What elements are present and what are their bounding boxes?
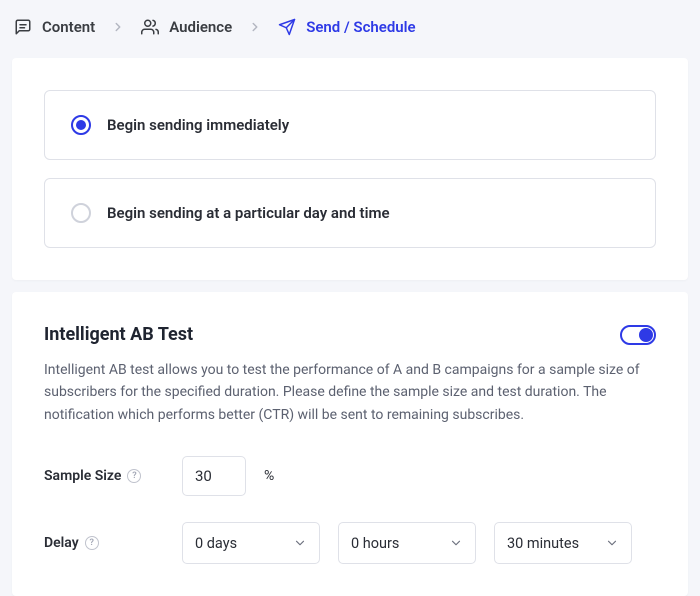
sample-size-unit: %	[264, 468, 274, 484]
delay-minutes-select[interactable]: 30 minutes	[494, 522, 632, 564]
sample-size-label: Sample Size ?	[44, 468, 164, 484]
delay-minutes-value: 30 minutes	[507, 535, 579, 552]
chevron-down-icon	[293, 536, 307, 550]
ab-test-toggle[interactable]	[620, 325, 656, 345]
breadcrumb-send-label: Send / Schedule	[306, 18, 415, 36]
option-send-scheduled[interactable]: Begin sending at a particular day and ti…	[44, 178, 656, 248]
breadcrumb-step-send[interactable]: Send / Schedule	[278, 18, 415, 36]
breadcrumb-audience-label: Audience	[169, 18, 232, 36]
breadcrumb: Content Audience Send / Schedule	[0, 0, 700, 58]
sample-size-input[interactable]	[182, 456, 246, 496]
ab-test-header: Intelligent AB Test	[44, 324, 656, 345]
ab-test-title: Intelligent AB Test	[44, 324, 193, 345]
help-icon[interactable]: ?	[85, 536, 99, 550]
option-immediate-label: Begin sending immediately	[107, 116, 289, 134]
chevron-down-icon	[605, 536, 619, 550]
toggle-knob-icon	[639, 328, 653, 342]
content-icon	[14, 18, 32, 36]
sample-size-label-text: Sample Size	[44, 468, 121, 484]
breadcrumb-step-audience[interactable]: Audience	[141, 18, 232, 36]
delay-label-text: Delay	[44, 535, 79, 551]
ab-test-description: Intelligent AB test allows you to test t…	[44, 359, 656, 426]
delay-days-select[interactable]: 0 days	[182, 522, 320, 564]
send-options-card: Begin sending immediately Begin sending …	[12, 58, 688, 280]
breadcrumb-content-label: Content	[42, 18, 95, 36]
delay-label: Delay ?	[44, 535, 164, 551]
radio-icon	[71, 203, 91, 223]
send-icon	[278, 18, 296, 36]
delay-hours-value: 0 hours	[351, 535, 399, 552]
option-scheduled-label: Begin sending at a particular day and ti…	[107, 204, 390, 222]
sample-size-row: Sample Size ? %	[44, 456, 656, 496]
option-send-immediately[interactable]: Begin sending immediately	[44, 90, 656, 160]
radio-icon	[71, 115, 91, 135]
audience-icon	[141, 18, 159, 36]
breadcrumb-step-content[interactable]: Content	[14, 18, 95, 36]
chevron-right-icon	[111, 20, 125, 34]
chevron-down-icon	[449, 536, 463, 550]
help-icon[interactable]: ?	[127, 469, 141, 483]
ab-test-card: Intelligent AB Test Intelligent AB test …	[12, 292, 688, 596]
delay-row: Delay ? 0 days 0 hours 30 minutes	[44, 522, 656, 564]
delay-hours-select[interactable]: 0 hours	[338, 522, 476, 564]
delay-days-value: 0 days	[195, 535, 237, 552]
chevron-right-icon	[248, 20, 262, 34]
